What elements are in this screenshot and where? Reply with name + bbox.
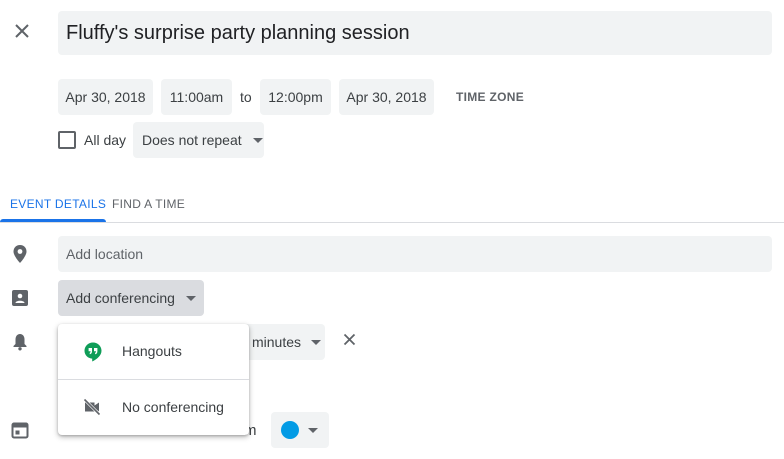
chevron-down-icon — [311, 339, 322, 345]
calendar-color-swatch — [281, 421, 299, 439]
to-label: to — [240, 89, 252, 105]
bell-icon — [8, 330, 32, 354]
menu-item-label: Hangouts — [122, 343, 182, 359]
menu-item-no-conferencing[interactable]: No conferencing — [58, 380, 249, 434]
end-date-picker[interactable]: Apr 30, 2018 — [339, 79, 434, 115]
tabs-divider — [0, 222, 784, 223]
event-color-dropdown[interactable] — [271, 412, 329, 448]
all-day-label: All day — [84, 132, 127, 148]
conferencing-icon — [8, 286, 32, 310]
repeat-dropdown[interactable]: Does not repeat — [133, 122, 264, 158]
tab-find-a-time[interactable]: FIND A TIME — [102, 186, 195, 222]
location-placeholder: Add location — [66, 246, 144, 262]
event-title-text: Fluffy's surprise party planning session — [66, 21, 410, 44]
close-button[interactable] — [6, 17, 38, 49]
location-input[interactable]: Add location — [58, 236, 772, 272]
start-date-text: Apr 30, 2018 — [65, 89, 146, 105]
tab-event-details[interactable]: EVENT DETAILS — [0, 186, 116, 222]
chevron-down-icon — [185, 295, 196, 301]
all-day-checkbox[interactable] — [58, 131, 76, 149]
time-zone-button[interactable]: TIME ZONE — [448, 79, 532, 115]
add-conferencing-button[interactable]: Add conferencing — [58, 280, 204, 316]
calendar-icon — [8, 418, 32, 442]
close-icon — [14, 23, 30, 44]
menu-item-hangouts[interactable]: Hangouts — [58, 324, 249, 378]
start-time-picker[interactable]: 11:00am — [161, 79, 232, 115]
end-time-picker[interactable]: 12:00pm — [260, 79, 331, 115]
remove-notification-button[interactable] — [336, 329, 362, 355]
chevron-down-icon — [308, 427, 318, 433]
repeat-value: Does not repeat — [142, 132, 242, 148]
conferencing-menu: Hangouts No conferencing — [58, 324, 249, 435]
start-time-text: 11:00am — [169, 89, 224, 105]
add-conferencing-label: Add conferencing — [66, 290, 175, 306]
tab-label: FIND A TIME — [112, 197, 186, 211]
event-title-input[interactable]: Fluffy's surprise party planning session — [58, 11, 772, 55]
tab-label: EVENT DETAILS — [10, 197, 107, 211]
notification-unit-dropdown[interactable]: minutes — [238, 324, 325, 360]
notification-unit-value: minutes — [252, 334, 302, 350]
location-pin-icon — [8, 242, 32, 266]
menu-item-label: No conferencing — [122, 399, 224, 415]
videocam-off-icon — [83, 398, 101, 419]
start-date-picker[interactable]: Apr 30, 2018 — [58, 79, 153, 115]
hangouts-icon — [84, 342, 102, 365]
time-zone-label: TIME ZONE — [456, 90, 525, 104]
end-date-text: Apr 30, 2018 — [346, 89, 427, 105]
close-icon — [343, 333, 356, 351]
end-time-text: 12:00pm — [268, 89, 323, 105]
chevron-down-icon — [252, 137, 263, 143]
